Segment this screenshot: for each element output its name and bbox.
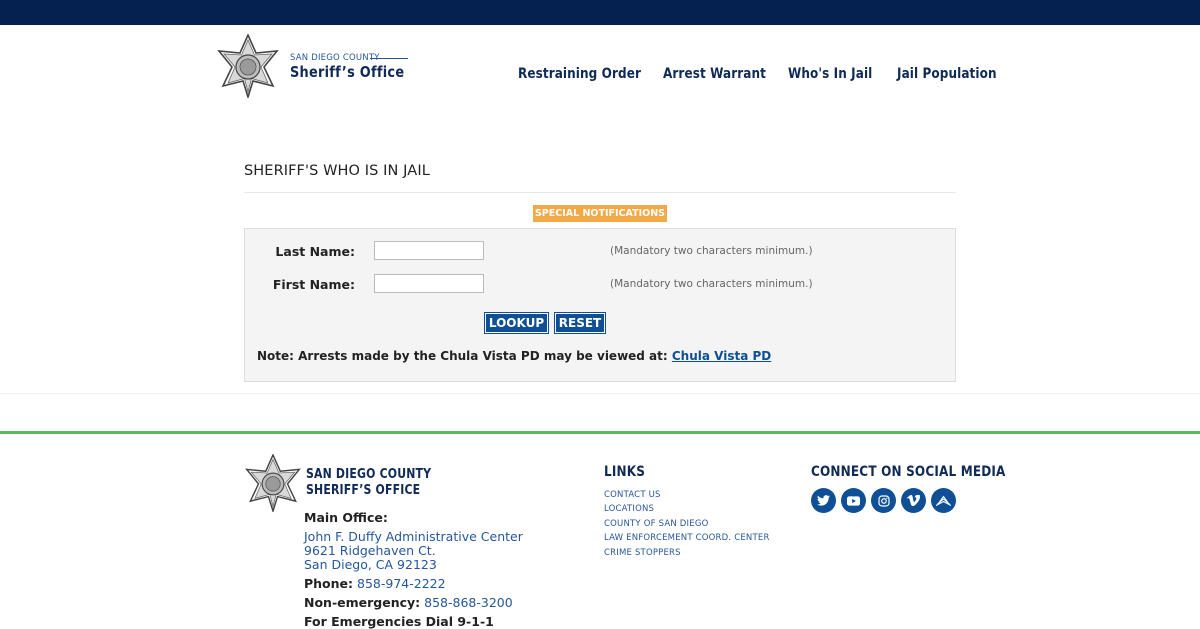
footer-link-law-enforcement[interactable]: LAW ENFORCEMENT COORD. CENTER <box>604 531 770 545</box>
content-divider <box>0 393 1200 394</box>
nixle-icon[interactable] <box>931 488 956 513</box>
nonemergency-link[interactable]: 858-868-3200 <box>424 595 513 610</box>
nav-arrest-warrant[interactable]: Arrest Warrant <box>663 66 766 82</box>
header-county: SAN DIEGO COUNTY <box>290 53 380 63</box>
sheriff-star-icon <box>245 454 301 512</box>
links-heading: LINKS <box>604 464 646 480</box>
header-logo[interactable]: SAN DIEGO COUNTY Sheriff’s Office <box>216 34 416 98</box>
title-divider <box>244 192 956 193</box>
footer-link-county[interactable]: COUNTY OF SAN DIEGO <box>604 517 770 531</box>
main-office-label: Main Office: <box>304 510 388 525</box>
nav-restraining-order[interactable]: Restraining Order <box>518 66 641 82</box>
header-office: Sheriff’s Office <box>290 63 405 81</box>
nav-whos-in-jail[interactable]: Who's In Jail <box>788 66 872 82</box>
address-line2[interactable]: 9621 Ridgehaven Ct. <box>304 544 523 558</box>
footer-logo-line1: SAN DIEGO COUNTY <box>306 467 432 482</box>
footer-link-contact-us[interactable]: CONTACT US <box>604 488 770 502</box>
nav-jail-population[interactable]: Jail Population <box>897 66 997 82</box>
search-form: Last Name: (Mandatory two characters min… <box>244 228 956 382</box>
nonemergency-label: Non-emergency: <box>304 595 421 610</box>
phone-row: Phone: 858-974-2222 <box>304 577 523 591</box>
social-heading: CONNECT ON SOCIAL MEDIA <box>811 464 1006 480</box>
lookup-button[interactable]: LOOKUP <box>484 312 549 334</box>
sheriff-star-icon <box>217 34 279 98</box>
youtube-icon[interactable] <box>841 488 866 513</box>
footer-links: LINKS CONTACT US LOCATIONS COUNTY OF SAN… <box>604 464 770 560</box>
instagram-icon[interactable] <box>871 488 896 513</box>
first-name-hint: (Mandatory two characters minimum.) <box>610 278 813 290</box>
note-text: Note: Arrests made by the Chula Vista PD… <box>257 349 672 363</box>
footer-logo: SAN DIEGO COUNTY SHERIFF’S OFFICE <box>244 454 444 514</box>
chula-vista-note: Note: Arrests made by the Chula Vista PD… <box>257 349 771 363</box>
top-bar <box>0 0 1200 25</box>
emergency-text: For Emergencies Dial 9-1-1 <box>304 614 494 629</box>
last-name-hint: (Mandatory two characters minimum.) <box>610 245 813 257</box>
reset-button[interactable]: RESET <box>554 312 606 334</box>
last-name-label: Last Name: <box>275 244 355 259</box>
footer-contact: Main Office: John F. Duffy Administrativ… <box>304 511 523 629</box>
social-icons <box>811 488 971 514</box>
header-divider <box>370 58 408 59</box>
chula-vista-link[interactable]: Chula Vista PD <box>672 349 771 363</box>
footer-logo-line2: SHERIFF’S OFFICE <box>306 483 421 498</box>
footer-top-border <box>0 431 1200 434</box>
nonemergency-row: Non-emergency: 858-868-3200 <box>304 596 523 610</box>
phone-label: Phone: <box>304 576 354 591</box>
footer-social: CONNECT ON SOCIAL MEDIA <box>811 464 1037 513</box>
phone-link[interactable]: 858-974-2222 <box>357 576 446 591</box>
page-title: SHERIFF'S WHO IS IN JAIL <box>244 163 430 179</box>
address-line3[interactable]: San Diego, CA 92123 <box>304 558 523 572</box>
address-line1[interactable]: John F. Duffy Administrative Center <box>304 530 523 544</box>
last-name-input[interactable] <box>374 241 484 260</box>
special-notifications-button[interactable]: SPECIAL NOTIFICATIONS <box>533 205 667 222</box>
first-name-input[interactable] <box>374 274 484 293</box>
footer-link-crime-stoppers[interactable]: CRIME STOPPERS <box>604 546 770 560</box>
first-name-label: First Name: <box>272 277 355 292</box>
footer-link-locations[interactable]: LOCATIONS <box>604 502 770 516</box>
twitter-icon[interactable] <box>811 488 836 513</box>
vimeo-icon[interactable] <box>901 488 926 513</box>
